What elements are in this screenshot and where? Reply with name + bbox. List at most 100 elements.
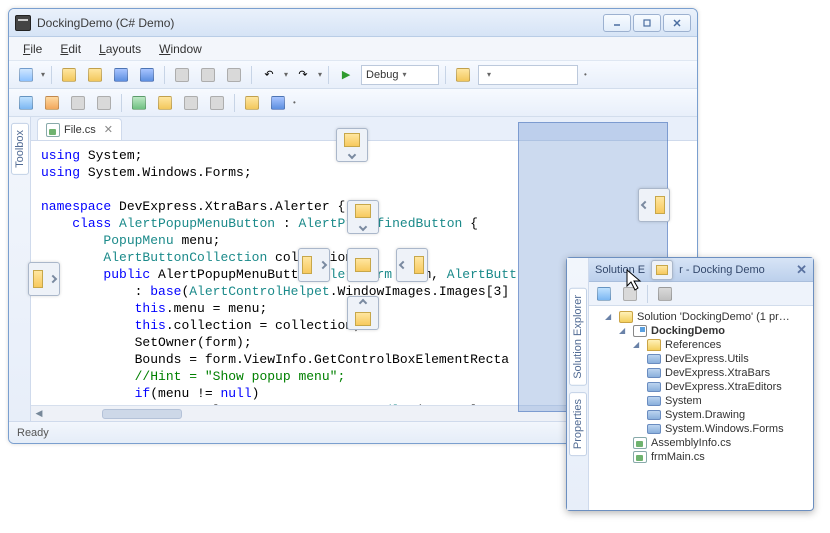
close-icon[interactable]: ✕ (104, 123, 113, 136)
redo-button[interactable]: ↷ (292, 64, 314, 86)
tree-node-project[interactable]: DockingDemo (619, 324, 811, 338)
search-dropdown[interactable]: ▾ (478, 65, 578, 85)
tree-node-reference[interactable]: DevExpress.Utils (647, 352, 811, 366)
float-close-button[interactable]: ✕ (796, 262, 807, 278)
dock-guide-cluster-bottom[interactable] (347, 296, 379, 330)
menubar: File Edit Layouts Window (9, 37, 697, 61)
undo-button[interactable]: ↶ (258, 64, 280, 86)
float-tool-2[interactable] (619, 283, 641, 305)
tree-label: AssemblyInfo.cs (651, 437, 731, 449)
scroll-left-icon[interactable]: ◀ (31, 407, 47, 421)
tree-node-reference[interactable]: DevExpress.XtraBars (647, 366, 811, 380)
maximize-button[interactable] (633, 14, 661, 32)
dock-guide-left[interactable] (28, 262, 60, 296)
menu-file[interactable]: File (15, 39, 50, 59)
float-tool-1[interactable] (593, 283, 615, 305)
tool-btn-6[interactable] (154, 92, 176, 114)
minimize-button[interactable] (603, 14, 631, 32)
toolbar-secondary: • (9, 89, 697, 117)
properties-tab[interactable]: Properties (569, 392, 587, 456)
toolbar-separator (234, 94, 235, 112)
tree-label: Solution 'DockingDemo' (1 pr… (637, 311, 790, 323)
save-all-button[interactable] (136, 64, 158, 86)
find-button[interactable] (452, 64, 474, 86)
tree-node-file[interactable]: AssemblyInfo.cs (633, 436, 811, 450)
menu-window[interactable]: Window (151, 39, 210, 59)
window-controls (603, 14, 691, 32)
solution-tree[interactable]: Solution 'DockingDemo' (1 pr… DockingDem… (589, 306, 813, 510)
titlebar: DockingDemo (C# Demo) (9, 9, 697, 37)
float-tool-3[interactable] (654, 283, 676, 305)
tool-btn-3[interactable] (67, 92, 89, 114)
menu-layouts[interactable]: Layouts (91, 39, 149, 59)
toolbar-separator (445, 66, 446, 84)
float-toolbar (589, 282, 813, 306)
cut-button[interactable] (171, 64, 193, 86)
tree-node-solution[interactable]: Solution 'DockingDemo' (1 pr… (605, 310, 811, 324)
dock-guide-top[interactable] (336, 128, 368, 162)
tool-btn-1[interactable] (15, 92, 37, 114)
copy-button[interactable] (197, 64, 219, 86)
tool-btn-2[interactable] (41, 92, 63, 114)
tree-node-reference[interactable]: DevExpress.XtraEditors (647, 380, 811, 394)
config-dropdown-label: Debug (366, 69, 398, 81)
config-dropdown[interactable]: Debug▾ (361, 65, 439, 85)
tree-label: DevExpress.XtraEditors (665, 381, 782, 393)
add-item-button[interactable] (58, 64, 80, 86)
tree-label: DevExpress.Utils (665, 353, 749, 365)
csharp-file-icon (46, 123, 60, 137)
tool-btn-9[interactable] (241, 92, 263, 114)
tree-node-references[interactable]: References (633, 338, 811, 352)
tree-label: References (665, 339, 721, 351)
float-titlebar[interactable]: Solution E r - Docking Demo ✕ (589, 258, 813, 282)
menu-edit[interactable]: Edit (52, 39, 89, 59)
solution-explorer-panel[interactable]: Solution Explorer Properties Solution E … (566, 257, 814, 511)
reference-icon (647, 410, 661, 420)
toolbar-separator (164, 66, 165, 84)
dock-guide-cluster-left[interactable] (298, 248, 330, 282)
toolbar-separator (647, 285, 648, 303)
tool-btn-10[interactable] (267, 92, 289, 114)
dock-guide-cluster-right[interactable] (396, 248, 428, 282)
save-button[interactable] (110, 64, 132, 86)
open-button[interactable] (84, 64, 106, 86)
tool-btn-5[interactable] (128, 92, 150, 114)
paste-button[interactable] (223, 64, 245, 86)
tool-btn-7[interactable] (180, 92, 202, 114)
csharp-file-icon (633, 437, 647, 449)
dock-guide-cluster-center[interactable] (347, 248, 379, 282)
solution-explorer-tab[interactable]: Solution Explorer (569, 288, 587, 386)
float-title-right: r - Docking Demo (679, 264, 765, 276)
tool-btn-8[interactable] (206, 92, 228, 114)
toolbox-tab[interactable]: Toolbox (11, 123, 29, 175)
tree-node-reference[interactable]: System (647, 394, 811, 408)
csharp-file-icon (633, 451, 647, 463)
tree-label: System (665, 395, 702, 407)
float-side-tabs: Solution Explorer Properties (567, 258, 589, 510)
run-button[interactable]: ▶ (335, 64, 357, 86)
toolbar-main: ▾ ↶▾ ↷▾ ▶ Debug▾ ▾ • (9, 61, 697, 89)
tree-label: DockingDemo (651, 325, 725, 337)
scroll-thumb[interactable] (102, 409, 182, 419)
dock-guide-cluster-top[interactable] (347, 200, 379, 234)
tree-label: DevExpress.XtraBars (665, 367, 770, 379)
dock-guide-cluster (298, 200, 428, 330)
close-button[interactable] (663, 14, 691, 32)
tree-label: System.Drawing (665, 409, 745, 421)
reference-icon (647, 368, 661, 378)
window-title: DockingDemo (C# Demo) (37, 16, 174, 30)
tree-node-file[interactable]: frmMain.cs (633, 450, 811, 464)
dock-guide-right[interactable] (638, 188, 670, 222)
dock-guide-in-title[interactable] (651, 260, 673, 280)
tool-btn-4[interactable] (93, 92, 115, 114)
file-tab-label: File.cs (64, 124, 96, 136)
reference-icon (647, 424, 661, 434)
toolbar-separator (121, 94, 122, 112)
file-tab[interactable]: File.cs ✕ (37, 118, 122, 140)
tree-node-reference[interactable]: System.Drawing (647, 408, 811, 422)
new-project-button[interactable] (15, 64, 37, 86)
tree-node-reference[interactable]: System.Windows.Forms (647, 422, 811, 436)
reference-icon (647, 382, 661, 392)
tree-label: System.Windows.Forms (665, 423, 784, 435)
project-icon (633, 325, 647, 337)
